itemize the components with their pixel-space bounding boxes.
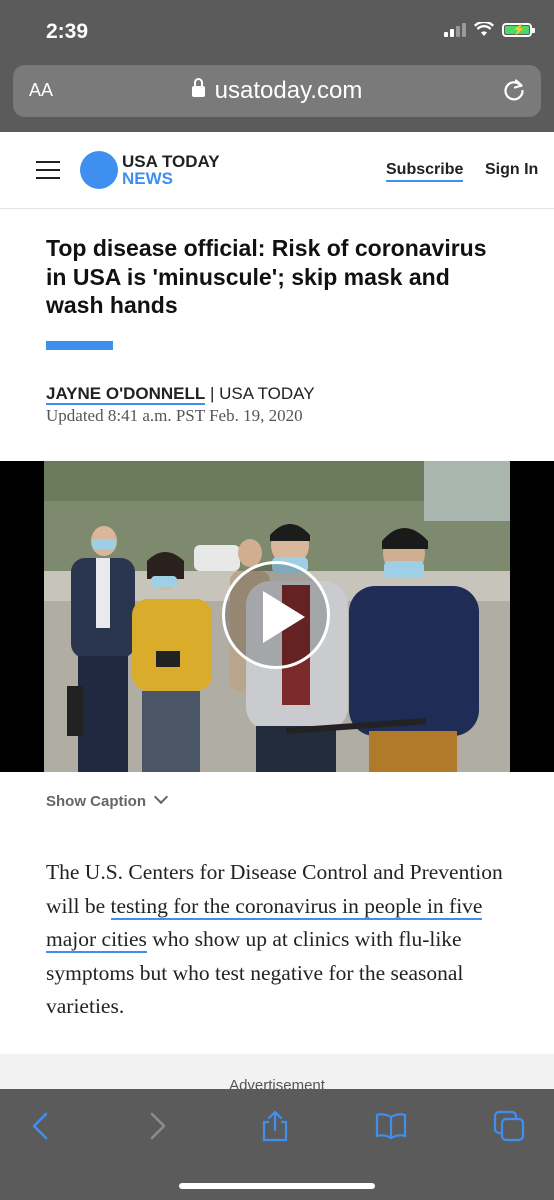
byline: JAYNE O'DONNELL | USA TODAY [46, 384, 315, 405]
author-link[interactable]: JAYNE O'DONNELL [46, 384, 206, 405]
video-player[interactable] [0, 461, 554, 772]
advertisement-strip: Advertisement [0, 1054, 554, 1094]
forward-arrow-icon[interactable] [140, 1109, 174, 1143]
browser-top-chrome: 2:39 ⚡ AA usatoday.com [0, 0, 554, 132]
status-icons: ⚡ [444, 22, 535, 37]
home-indicator[interactable] [179, 1183, 375, 1189]
updated-timestamp: Updated 8:41 a.m. PST Feb. 19, 2020 [46, 406, 303, 425]
tabs-icon[interactable] [492, 1109, 526, 1143]
usa-today-logo-icon[interactable] [80, 151, 118, 189]
wifi-icon [474, 22, 494, 36]
battery-charging-icon: ⚡ [502, 22, 535, 37]
chevron-down-icon [153, 789, 169, 805]
share-icon[interactable] [258, 1109, 292, 1143]
url-text: usatoday.com [214, 77, 363, 104]
reload-icon[interactable] [501, 77, 527, 103]
back-arrow-icon[interactable] [24, 1109, 58, 1143]
logo-line1: USA TODAY [122, 152, 220, 171]
byline-separator: | [205, 384, 220, 403]
play-button[interactable] [222, 561, 330, 669]
show-caption-button[interactable]: Show Caption [46, 789, 169, 810]
url-field[interactable]: usatoday.com [13, 77, 541, 105]
subscribe-link[interactable]: Subscribe [386, 161, 464, 182]
cellular-signal-icon [444, 22, 466, 37]
status-time: 2:39 [46, 20, 89, 43]
book-icon[interactable] [374, 1109, 408, 1143]
site-logo[interactable]: USA TODAY NEWS [122, 153, 220, 187]
article-headline: Top disease official: Risk of coronaviru… [46, 235, 487, 318]
show-caption-label: Show Caption [46, 793, 146, 810]
article-paragraph: The U.S. Centers for Disease Control and… [46, 856, 516, 1024]
site-header: USA TODAY NEWS Subscribe Sign In [0, 132, 554, 209]
hamburger-menu-icon[interactable] [36, 161, 60, 179]
address-bar[interactable]: AA usatoday.com [13, 65, 541, 117]
logo-line2: NEWS [122, 169, 173, 188]
video-thumbnail[interactable] [44, 461, 510, 772]
accent-bar [46, 341, 113, 350]
sign-in-link[interactable]: Sign In [485, 161, 538, 179]
lock-icon [191, 78, 205, 97]
play-icon [263, 591, 305, 643]
byline-outlet: USA TODAY [219, 384, 315, 403]
